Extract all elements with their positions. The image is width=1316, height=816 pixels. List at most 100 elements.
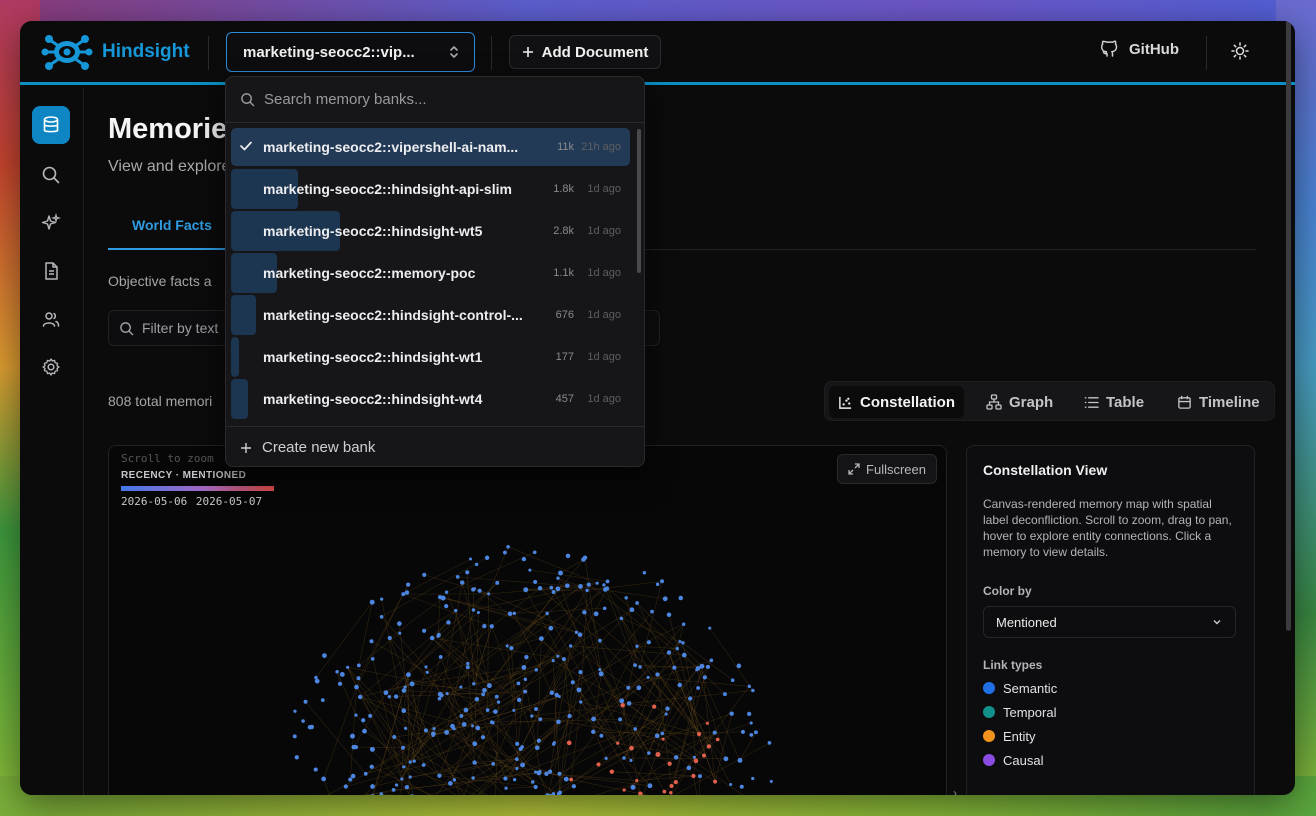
github-icon: [1100, 40, 1118, 57]
constellation-info-panel: Constellation View Canvas-rendered memor…: [966, 445, 1255, 795]
app-name: Hindsight: [102, 41, 190, 62]
chevron-up-down-icon: [450, 46, 458, 58]
bank-option-name: marketing-seocc2::hindsight-api-slim: [263, 181, 512, 197]
link-type-item[interactable]: Semantic: [983, 680, 1238, 696]
view-constellation-label: Constellation: [860, 393, 956, 411]
color-by-value: Mentioned: [996, 614, 1057, 630]
link-type-item[interactable]: Temporal: [983, 704, 1238, 720]
check-icon: [240, 141, 252, 151]
calendar-icon: [1178, 395, 1191, 409]
bank-option-age: 1d ago: [587, 267, 621, 279]
bank-option[interactable]: marketing-seocc2::hindsight-api-slim 1.8k…: [231, 169, 630, 209]
sun-icon: [1231, 42, 1249, 60]
search-icon: [42, 166, 60, 184]
chevron-down-icon: [1213, 620, 1221, 625]
bank-dropdown: Search memory banks... marketing-seocc2:…: [225, 76, 645, 467]
color-by-label: Color by: [983, 584, 1032, 598]
view-timeline-button[interactable]: Timeline: [1168, 386, 1269, 418]
expand-icon: [848, 463, 860, 475]
bank-option-age: 1d ago: [587, 225, 621, 237]
constellation-canvas[interactable]: Scroll to zoom RECENCY · MENTIONED 2026-…: [108, 445, 947, 795]
link-type-label: Causal: [1003, 752, 1044, 768]
color-by-select[interactable]: Mentioned: [983, 606, 1236, 638]
bank-option-count: 676: [555, 309, 574, 321]
bank-selector[interactable]: marketing-seocc2::vip...: [226, 32, 475, 72]
sidebar-item-reflect[interactable]: [32, 204, 70, 242]
page-title: Memories: [108, 113, 244, 145]
app-logo[interactable]: Hindsight: [40, 32, 190, 72]
link-type-item[interactable]: Entity: [983, 728, 1238, 744]
bank-option-count: 2.8k: [553, 225, 574, 237]
bank-option-age: 1d ago: [587, 351, 621, 363]
link-type-swatch: [983, 754, 995, 766]
add-document-button[interactable]: Add Document: [509, 35, 661, 69]
sidebar-item-settings[interactable]: [32, 348, 70, 386]
database-icon: [43, 116, 59, 133]
bank-option-name: marketing-seocc2::vipershell-ai-nam...: [263, 139, 519, 155]
plus-icon: [522, 47, 533, 57]
create-bank-button[interactable]: Create new bank: [226, 426, 644, 466]
link-type-label: Entity: [1003, 728, 1036, 744]
view-mode-switcher: Constellation Graph Table Timeline: [824, 381, 1275, 421]
view-table-label: Table: [1106, 393, 1145, 411]
sidebar-item-memories[interactable]: [32, 106, 70, 144]
panel-title: Constellation View: [983, 462, 1108, 478]
fullscreen-label: Fullscreen: [866, 461, 926, 477]
legend-title: RECENCY · MENTIONED: [121, 470, 247, 481]
view-table-button[interactable]: Table: [1075, 386, 1153, 418]
divider: [491, 36, 492, 70]
github-link[interactable]: GitHub: [1100, 39, 1179, 59]
bank-option[interactable]: marketing-seocc2::hindsight-wt1 177 1d ago: [231, 337, 630, 377]
create-bank-label: Create new bank: [262, 439, 376, 456]
theme-toggle-button[interactable]: [1230, 41, 1250, 66]
bank-option[interactable]: marketing-seocc2::hindsight-wt5 2.8k 1d ag…: [231, 211, 630, 251]
bank-list: marketing-seocc2::vipershell-ai-nam... 11…: [226, 126, 644, 426]
view-graph-button[interactable]: Graph: [977, 386, 1062, 418]
bank-activity-bar: [231, 337, 239, 377]
network-icon: [986, 394, 1002, 410]
link-type-swatch: [983, 706, 995, 718]
bank-option-name: marketing-seocc2::hindsight-wt1: [263, 349, 483, 365]
view-graph-label: Graph: [1009, 393, 1054, 411]
divider: [208, 36, 209, 70]
document-icon: [45, 262, 58, 280]
bank-option[interactable]: marketing-seocc2::vipershell-ai-nam... 11…: [231, 128, 630, 166]
total-memories-count: 808 total memori: [108, 393, 213, 409]
tab-world-facts[interactable]: World Facts: [132, 217, 212, 233]
view-timeline-label: Timeline: [1199, 393, 1260, 411]
legend-date-start: 2026-05-06: [121, 495, 188, 508]
bank-option-count: 457: [555, 393, 574, 405]
top-bar: Hindsight marketing-seocc2::vip... Add D…: [20, 21, 1295, 85]
sparkles-icon: [41, 213, 61, 230]
sidebar-item-search[interactable]: [32, 156, 70, 194]
bank-option-name: marketing-seocc2::memory-poc: [263, 265, 476, 281]
divider: [1206, 36, 1207, 70]
bank-option-count: 177: [555, 351, 574, 363]
link-types-label: Link types: [983, 658, 1043, 672]
bank-option-name: marketing-seocc2::hindsight-control-...: [263, 307, 523, 323]
link-type-label: Semantic: [1003, 680, 1058, 696]
bank-activity-bar: [231, 379, 248, 419]
view-constellation-button[interactable]: Constellation: [829, 386, 965, 418]
bank-option-age: 1d ago: [587, 393, 621, 405]
bank-option[interactable]: marketing-seocc2::hindsight-control-... 6…: [231, 295, 630, 335]
bank-option[interactable]: marketing-seocc2::hindsight-wt4 457 1d ago: [231, 379, 630, 419]
sidebar-item-documents[interactable]: [32, 252, 70, 290]
bank-option-count: 1.1k: [553, 267, 574, 279]
bank-option[interactable]: marketing-seocc2::memory-poc 1.1k 1d ago: [231, 253, 630, 293]
users-icon: [42, 312, 60, 327]
github-label: GitHub: [1129, 40, 1179, 58]
bank-search-input[interactable]: Search memory banks...: [226, 77, 644, 123]
sidebar-item-entities[interactable]: [32, 300, 70, 338]
bank-selector-label: marketing-seocc2::vip...: [243, 43, 415, 61]
bank-option-age: 21h ago: [581, 141, 621, 153]
tab-description: Objective facts a: [108, 273, 212, 289]
sidebar: [20, 88, 84, 795]
fullscreen-button[interactable]: Fullscreen: [837, 454, 937, 484]
window-scrollbar[interactable]: [1286, 21, 1291, 631]
legend-gradient: [121, 486, 274, 491]
bank-list-scrollbar[interactable]: [637, 129, 641, 273]
legend-dates: 2026-05-06 2026-05-07: [121, 495, 262, 508]
filter-placeholder: Filter by text: [142, 320, 219, 336]
link-type-item[interactable]: Causal: [983, 752, 1238, 768]
